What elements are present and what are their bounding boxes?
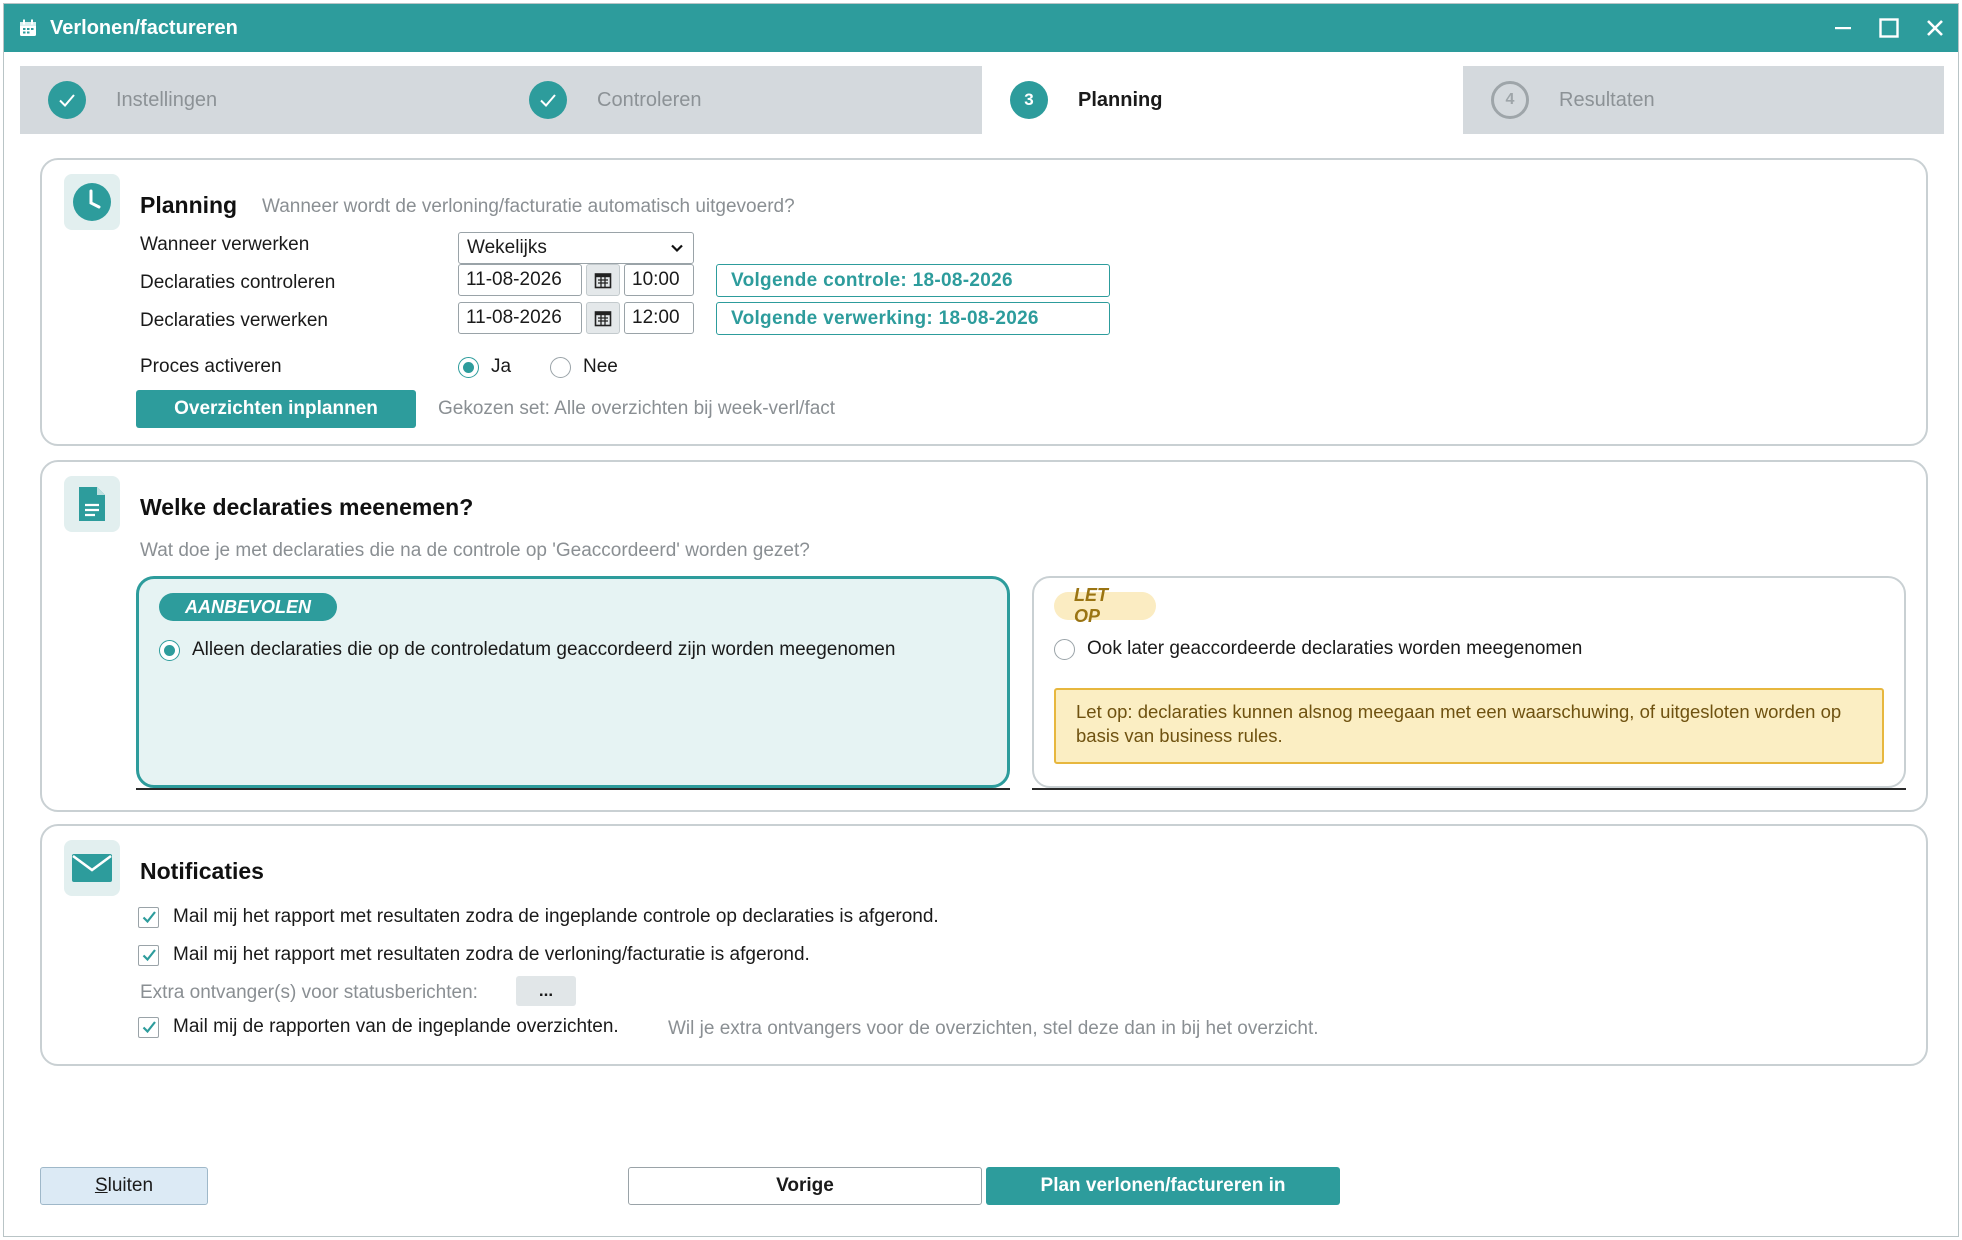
plan-button[interactable]: Plan verlonen/factureren in [986,1167,1340,1205]
planning-title: Planning [140,192,238,218]
activate-no-radio[interactable]: Nee [550,356,618,378]
recommended-radio[interactable]: Alleen declaraties die op de controledat… [159,639,895,661]
warning-badge: LET OP [1054,585,1156,626]
checkbox-label: Mail mij het rapport met resultaten zodr… [173,906,939,927]
checkbox-label: Mail mij de rapporten van de ingeplande … [173,1016,619,1037]
chevron-down-icon [671,244,683,253]
radio-dot [550,356,571,378]
declarations-subtitle: Wat doe je met declaraties die na de con… [140,540,810,561]
close-mnemonic: S [94,1175,108,1196]
app-window: Verlonen/factureren Instellingen Control… [3,3,1959,1237]
chosen-set-text: Gekozen set: Alle overzichten bij week-v… [438,398,836,419]
radio-dot [458,356,479,378]
step-done-check-icon [48,81,86,119]
warning-radio[interactable]: Ook later geaccordeerde declaraties word… [1054,638,1582,660]
step-label: Resultaten [1559,88,1655,111]
step-label: Instellingen [116,88,218,111]
step-label: Planning [1078,88,1163,111]
close-label-rest: luiten [107,1175,154,1196]
previous-button[interactable]: Vorige [628,1167,982,1205]
frequency-select[interactable]: Wekelijks [458,232,694,264]
process-date-input[interactable]: 11-08-2026 [458,302,582,334]
option-warning[interactable]: LET OP Ook later geaccordeerde declarati… [1032,576,1906,788]
checkbox-label: Mail mij het rapport met resultaten zodr… [173,944,810,965]
checkbox-box [138,1016,159,1038]
schedule-reports-button[interactable]: Overzichten inplannen [136,390,416,428]
mail-process-report-checkbox[interactable]: Mail mij het rapport met resultaten zodr… [138,944,810,966]
check-label: Declaraties controleren [140,272,336,293]
warning-label: Ook later geaccordeerde declaraties word… [1087,638,1583,659]
close-button[interactable] [1912,4,1958,52]
step-resultaten[interactable]: 4 Resultaten [1463,66,1944,134]
mail-check-report-checkbox[interactable]: Mail mij het rapport met resultaten zodr… [138,906,939,928]
scheduled-reports-hint: Wil je extra ontvangers voor de overzich… [668,1018,1319,1039]
frequency-value: Wekelijks [467,237,547,258]
notifications-title: Notificaties [140,858,264,884]
check-icon [142,1021,156,1034]
title-bar: Verlonen/factureren [4,4,1958,52]
window-controls [1820,4,1958,52]
document-icon [64,476,120,532]
check-icon [142,949,156,962]
warning-note: Let op: declaraties kunnen alsnog meegaa… [1054,688,1884,764]
check-date-picker-button[interactable] [586,264,620,296]
step-done-check-icon [529,81,567,119]
clock-icon [64,174,120,230]
option-divider [136,788,1010,790]
process-label: Declaraties verwerken [140,310,328,331]
recommended-badge: AANBEVOLEN [159,593,337,621]
process-date-picker-button[interactable] [586,302,620,334]
extra-recipients-label: Extra ontvanger(s) voor statusberichten: [140,982,478,1003]
check-time-input[interactable]: 10:00 [624,264,694,296]
step-number: 4 [1491,81,1529,119]
step-controleren[interactable]: Controleren [501,66,982,134]
close-icon [1927,20,1943,36]
activate-yes-label: Ja [491,356,512,377]
wizard-steps: Instellingen Controleren 3 Planning 4 Re… [20,66,1944,134]
radio-dot [1054,638,1075,660]
next-process-indicator: Volgende verwerking: 18-08-2026 [716,302,1110,335]
planning-card: Planning Wanneer wordt de verloning/fact… [40,158,1928,446]
calendar-icon [20,19,36,36]
maximize-icon [1879,18,1899,38]
checkbox-box [138,906,159,928]
option-divider [1032,788,1906,790]
next-check-indicator: Volgende controle: 18-08-2026 [716,264,1110,297]
activate-yes-radio[interactable]: Ja [458,356,511,378]
activate-no-label: Nee [583,356,618,377]
planning-subtitle: Wanneer wordt de verloning/facturatie au… [262,196,795,217]
mail-scheduled-reports-checkbox[interactable]: Mail mij de rapporten van de ingeplande … [138,1016,619,1038]
recommended-label: Alleen declaraties die op de controledat… [192,639,896,660]
check-icon [142,911,156,924]
notifications-card: Notificaties Mail mij het rapport met re… [40,824,1928,1066]
minimize-icon [1835,27,1851,30]
check-date-input[interactable]: 11-08-2026 [458,264,582,296]
step-instellingen[interactable]: Instellingen [20,66,501,134]
declarations-card: Welke declaraties meenemen? Wat doe je m… [40,460,1928,812]
activate-label: Proces activeren [140,356,282,377]
minimize-button[interactable] [1820,4,1866,52]
when-label: Wanneer verwerken [140,234,310,255]
step-label: Controleren [597,88,702,111]
close-dialog-button[interactable]: Sluiten [40,1167,208,1205]
calendar-icon [594,311,612,327]
step-planning[interactable]: 3 Planning [982,66,1463,134]
checkbox-box [138,944,159,966]
process-time-input[interactable]: 12:00 [624,302,694,334]
mail-icon [64,840,120,896]
extra-recipients-button[interactable]: ... [516,976,576,1006]
maximize-button[interactable] [1866,4,1912,52]
radio-dot [159,639,180,661]
calendar-icon [594,273,612,289]
declarations-title: Welke declaraties meenemen? [140,494,474,520]
window-title: Verlonen/factureren [50,16,238,39]
step-number: 3 [1010,81,1048,119]
option-recommended[interactable]: AANBEVOLEN Alleen declaraties die op de … [136,576,1010,788]
